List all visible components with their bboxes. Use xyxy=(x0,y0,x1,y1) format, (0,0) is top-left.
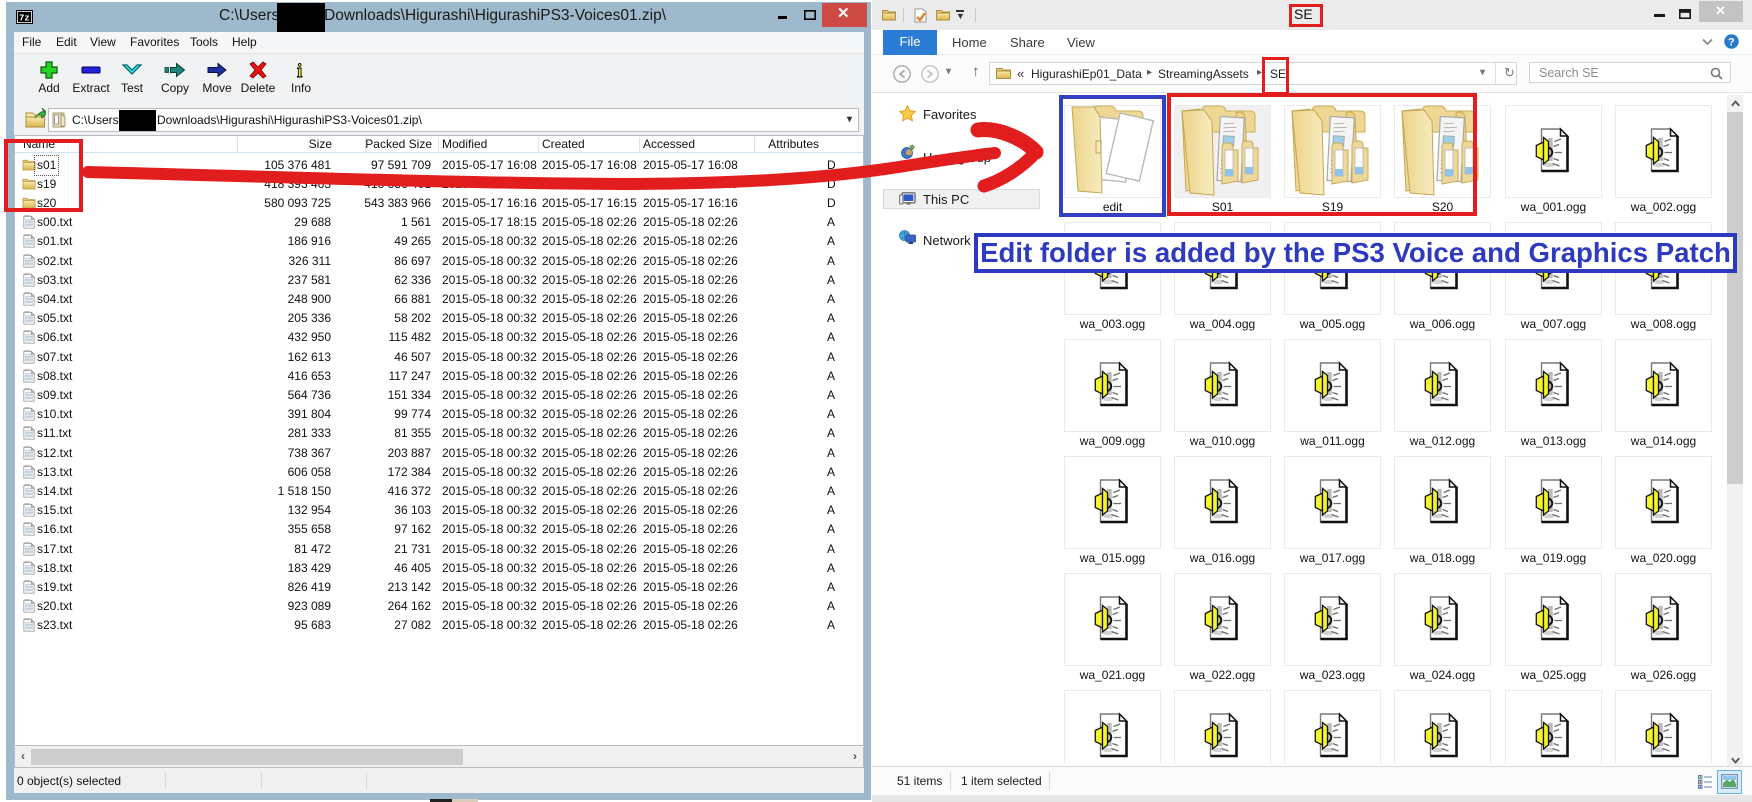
svg-text:i: i xyxy=(297,61,302,80)
svg-text:7z: 7z xyxy=(19,14,30,24)
svg-text:?: ? xyxy=(1728,37,1735,49)
